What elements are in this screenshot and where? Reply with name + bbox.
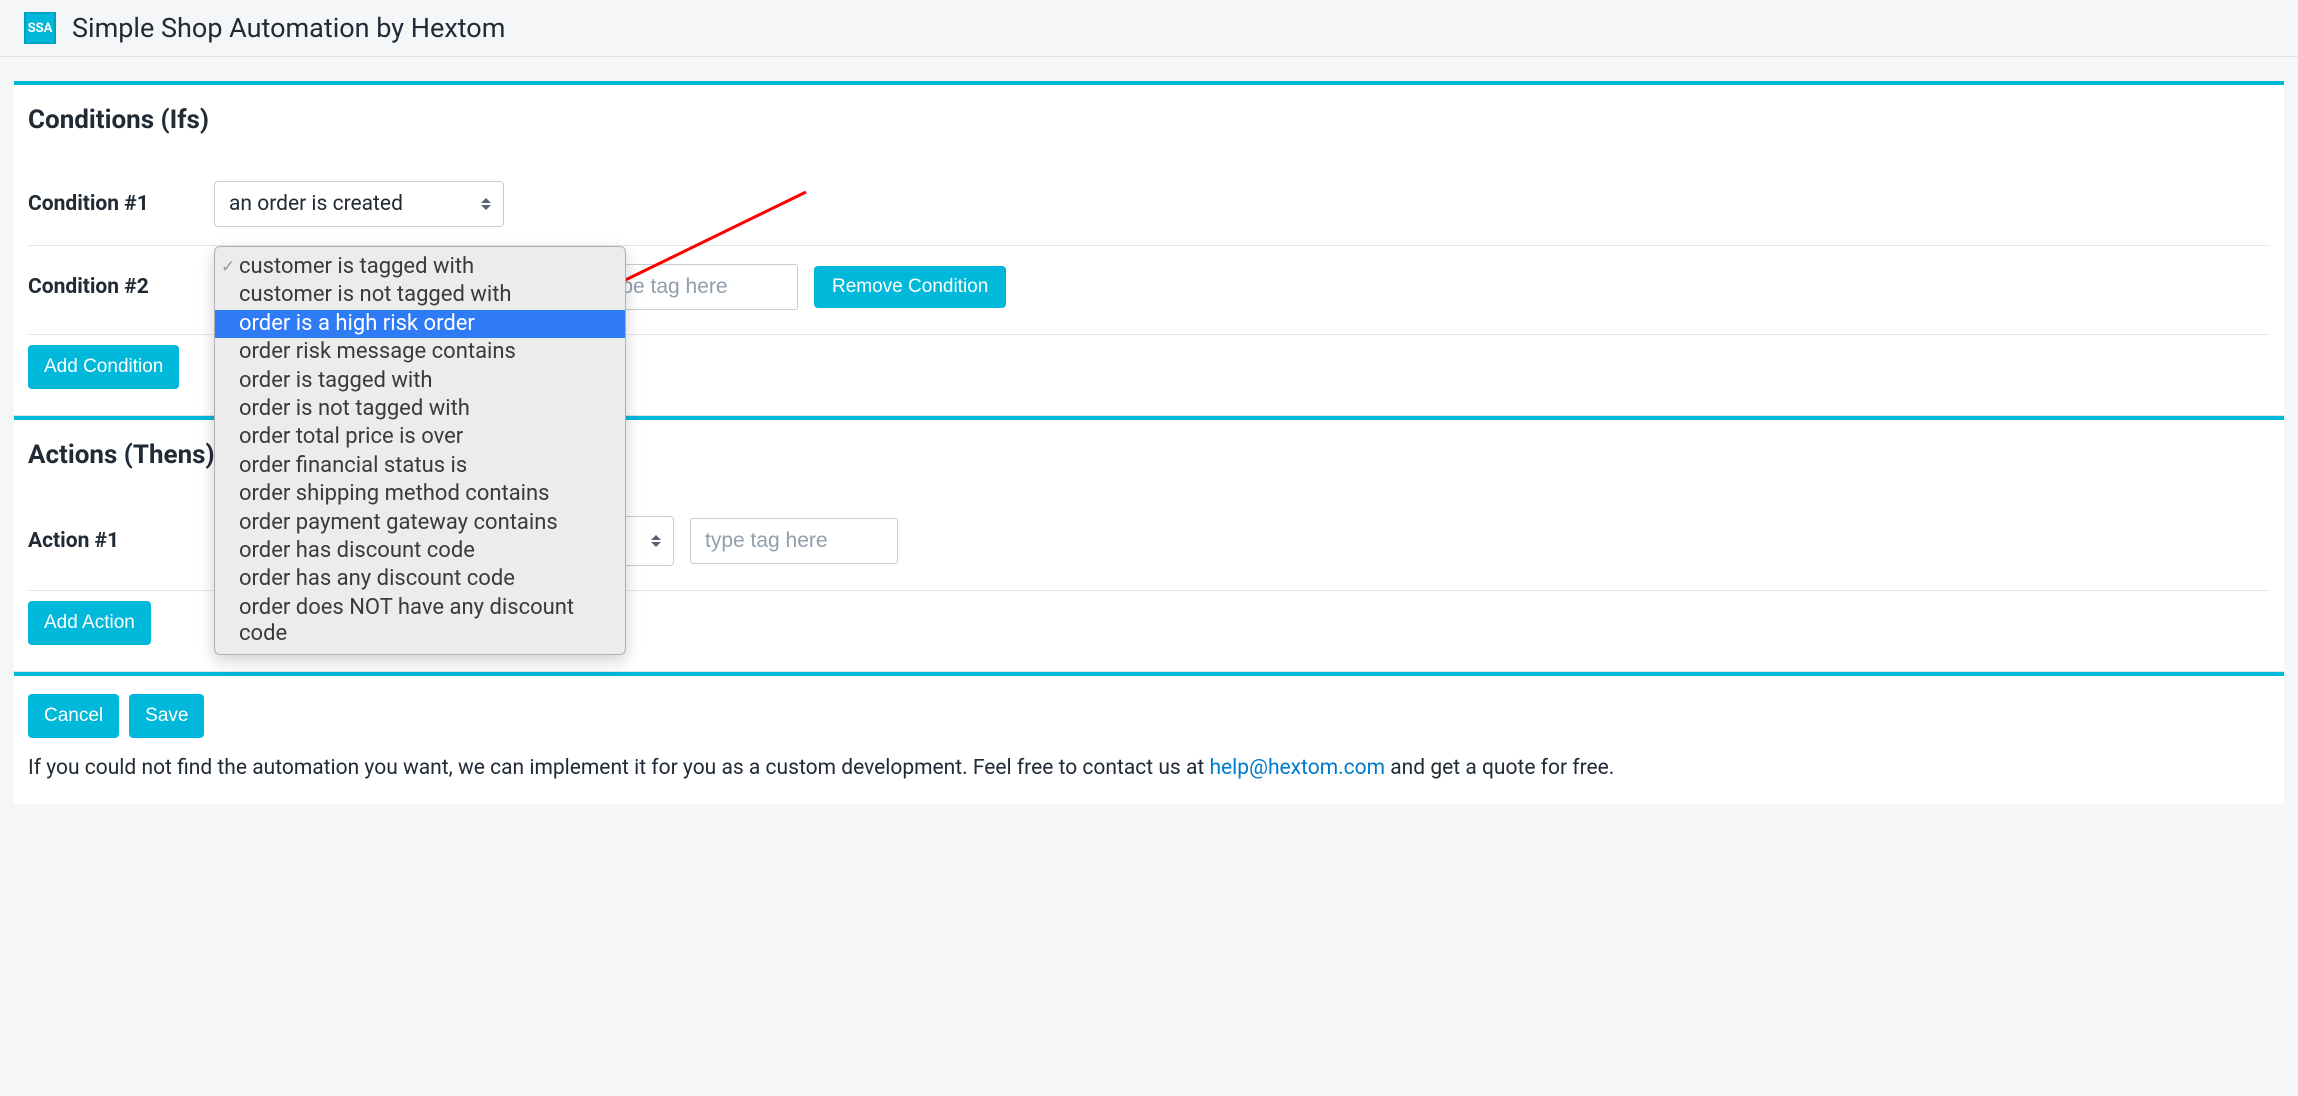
dropdown-option[interactable]: order has discount code [215, 537, 625, 565]
dropdown-option[interactable]: order risk message contains [215, 338, 625, 366]
dropdown-option[interactable]: order financial status is [215, 452, 625, 480]
add-action-button[interactable]: Add Action [28, 601, 151, 645]
conditions-heading: Conditions (Ifs) [28, 105, 2270, 135]
condition-1-select[interactable]: an order is created [214, 181, 504, 227]
dropdown-option[interactable]: customer is tagged with [215, 253, 625, 281]
remove-condition-button[interactable]: Remove Condition [814, 266, 1006, 308]
cancel-button[interactable]: Cancel [28, 694, 119, 738]
select-caret-icon [481, 198, 491, 210]
dropdown-option[interactable]: order does NOT have any discount code [215, 594, 625, 649]
dropdown-option[interactable]: order is a high risk order [215, 310, 625, 338]
save-button[interactable]: Save [129, 694, 204, 738]
dropdown-option[interactable]: order is tagged with [215, 367, 625, 395]
condition-row-2: Condition #2 Remove Condition customer i… [28, 245, 2270, 328]
condition-2-dropdown[interactable]: customer is tagged withcustomer is not t… [214, 246, 626, 655]
footer-panel: Cancel Save If you could not find the au… [14, 672, 2284, 804]
condition-1-select-value: an order is created [229, 192, 403, 216]
footer-help-text: If you could not find the automation you… [28, 756, 2270, 780]
conditions-panel: Conditions (Ifs) Condition #1 an order i… [14, 81, 2284, 416]
action-1-tag-input[interactable] [690, 518, 898, 564]
footer-email-link[interactable]: help@hextom.com [1209, 756, 1385, 780]
dropdown-option[interactable]: order has any discount code [215, 565, 625, 593]
condition-2-label: Condition #2 [28, 275, 198, 299]
app-header: SSA Simple Shop Automation by Hextom [0, 0, 2298, 57]
add-condition-button[interactable]: Add Condition [28, 345, 179, 389]
condition-row-1: Condition #1 an order is created [28, 163, 2270, 245]
dropdown-option[interactable]: order payment gateway contains [215, 509, 625, 537]
action-1-label: Action #1 [28, 529, 198, 553]
app-title: Simple Shop Automation by Hextom [72, 12, 505, 44]
dropdown-option[interactable]: order shipping method contains [215, 480, 625, 508]
footer-text-after: and get a quote for free. [1385, 756, 1614, 780]
footer-text-before: If you could not find the automation you… [28, 756, 1209, 780]
dropdown-option[interactable]: order total price is over [215, 423, 625, 451]
select-caret-icon [651, 535, 661, 547]
app-logo: SSA [24, 12, 56, 44]
dropdown-option[interactable]: customer is not tagged with [215, 281, 625, 309]
condition-1-label: Condition #1 [28, 192, 198, 216]
dropdown-option[interactable]: order is not tagged with [215, 395, 625, 423]
